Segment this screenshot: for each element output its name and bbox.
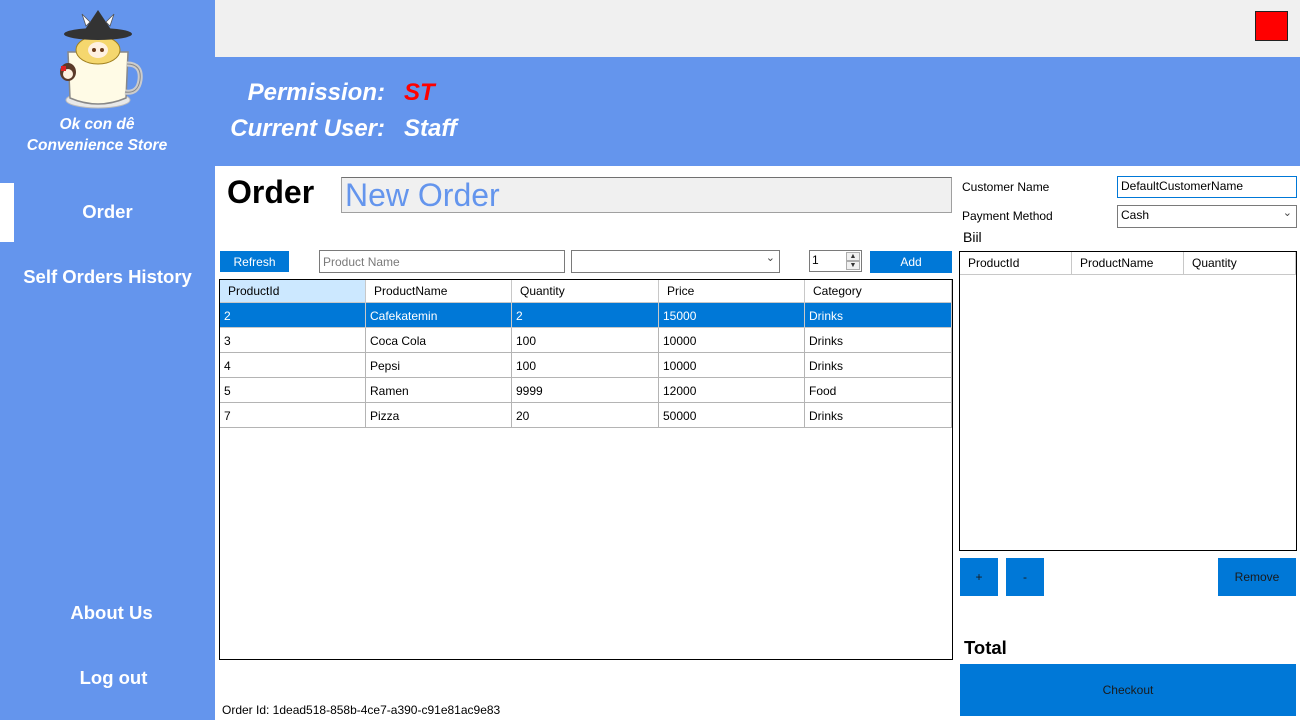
table-cell: 100 <box>512 353 659 378</box>
chevron-down-icon: ⌄ <box>1282 207 1292 219</box>
column-header[interactable]: ProductName <box>366 280 512 303</box>
table-cell: Drinks <box>805 303 952 328</box>
column-header[interactable]: Price <box>659 280 805 303</box>
sidebar: Ok con dê Convenience Store Order Self O… <box>0 0 215 720</box>
close-button[interactable] <box>1255 11 1288 41</box>
table-row[interactable]: 2 Cafekatemin 2 15000 Drinks <box>220 303 952 328</box>
table-cell: Cafekatemin <box>366 303 512 328</box>
table-cell: 2 <box>220 303 366 328</box>
table-cell: 4 <box>220 353 366 378</box>
table-cell: 3 <box>220 328 366 353</box>
quantity-value: 1 <box>812 253 819 267</box>
add-button[interactable]: Add <box>870 251 952 273</box>
permission-label: Permission: <box>247 79 385 106</box>
table-cell: Drinks <box>805 403 952 428</box>
table-cell: 20 <box>512 403 659 428</box>
nav-self-orders-history[interactable]: Self Orders History <box>0 266 215 288</box>
nav-about-us[interactable]: About Us <box>4 602 219 624</box>
table-cell: Pizza <box>366 403 512 428</box>
column-header[interactable]: ProductName <box>1072 252 1184 275</box>
table-cell: 2 <box>512 303 659 328</box>
table-cell: 10000 <box>659 353 805 378</box>
bill-label: Biil <box>963 229 982 245</box>
payment-method-selected: Cash <box>1121 208 1150 222</box>
table-cell: Food <box>805 378 952 403</box>
column-header[interactable]: ProductId <box>220 280 366 303</box>
store-name: Ok con dê Convenience Store <box>0 114 194 156</box>
customer-name-input[interactable]: DefaultCustomerName <box>1117 176 1297 198</box>
permission-value: ST <box>404 79 435 106</box>
refresh-button[interactable]: Refresh <box>220 251 289 272</box>
title-bar <box>215 0 1300 57</box>
order-name-input[interactable]: New Order <box>341 177 952 213</box>
table-cell: 7 <box>220 403 366 428</box>
bill-table[interactable]: ProductId ProductName Quantity <box>959 251 1297 551</box>
payment-method-dropdown[interactable]: Cash ⌄ <box>1117 205 1297 228</box>
table-cell: Ramen <box>366 378 512 403</box>
store-name-line1: Ok con dê <box>59 116 135 133</box>
increase-quantity-button[interactable]: + <box>960 558 998 596</box>
table-cell: 15000 <box>659 303 805 328</box>
current-user-label: Current User: <box>230 115 385 142</box>
category-dropdown[interactable]: ⌄ <box>571 250 780 273</box>
order-id-text: Order Id: 1dead518-858b-4ce7-a390-c91e81… <box>222 703 501 717</box>
table-cell: 100 <box>512 328 659 353</box>
table-cell: 5 <box>220 378 366 403</box>
quantity-down-icon[interactable]: ▼ <box>846 261 860 270</box>
customer-name-label: Customer Name <box>962 180 1050 194</box>
table-cell: 12000 <box>659 378 805 403</box>
products-table[interactable]: ProductId ProductName Quantity Price Cat… <box>219 279 953 660</box>
column-header[interactable]: Category <box>805 280 952 303</box>
table-cell: Drinks <box>805 353 952 378</box>
column-header[interactable]: ProductId <box>960 252 1072 275</box>
column-header[interactable]: Quantity <box>1184 252 1296 275</box>
product-name-search-input[interactable] <box>319 250 565 273</box>
table-cell: 50000 <box>659 403 805 428</box>
checkout-button[interactable]: Checkout <box>960 664 1296 716</box>
table-row[interactable]: 4 Pepsi 100 10000 Drinks <box>220 353 952 378</box>
payment-method-label: Payment Method <box>962 209 1053 223</box>
store-logo <box>60 10 143 109</box>
table-cell: Coca Cola <box>366 328 512 353</box>
quantity-stepper[interactable]: 1 ▲ ▼ <box>809 250 862 272</box>
table-cell: 10000 <box>659 328 805 353</box>
current-user-value: Staff <box>404 115 457 142</box>
table-row[interactable]: 3 Coca Cola 100 10000 Drinks <box>220 328 952 353</box>
table-cell: Pepsi <box>366 353 512 378</box>
table-row[interactable]: 7 Pizza 20 50000 Drinks <box>220 403 952 428</box>
column-header[interactable]: Quantity <box>512 280 659 303</box>
store-name-line2: Convenience Store <box>26 137 168 154</box>
order-title: Order <box>227 174 315 210</box>
quantity-up-icon[interactable]: ▲ <box>846 252 860 261</box>
remove-button[interactable]: Remove <box>1218 558 1296 596</box>
table-row[interactable]: 5 Ramen 9999 12000 Food <box>220 378 952 403</box>
nav-log-out[interactable]: Log out <box>6 667 221 689</box>
products-table-header: ProductId ProductName Quantity Price Cat… <box>220 280 952 303</box>
header-banner: Permission: ST Current User: Staff <box>215 57 1300 166</box>
chevron-down-icon: ⌄ <box>765 252 775 264</box>
decrease-quantity-button[interactable]: - <box>1006 558 1044 596</box>
table-cell: Drinks <box>805 328 952 353</box>
nav-order[interactable]: Order <box>0 201 215 223</box>
app-window: Ok con dê Convenience Store Order Self O… <box>0 0 1300 720</box>
table-cell: 9999 <box>512 378 659 403</box>
total-label: Total <box>964 637 1007 658</box>
